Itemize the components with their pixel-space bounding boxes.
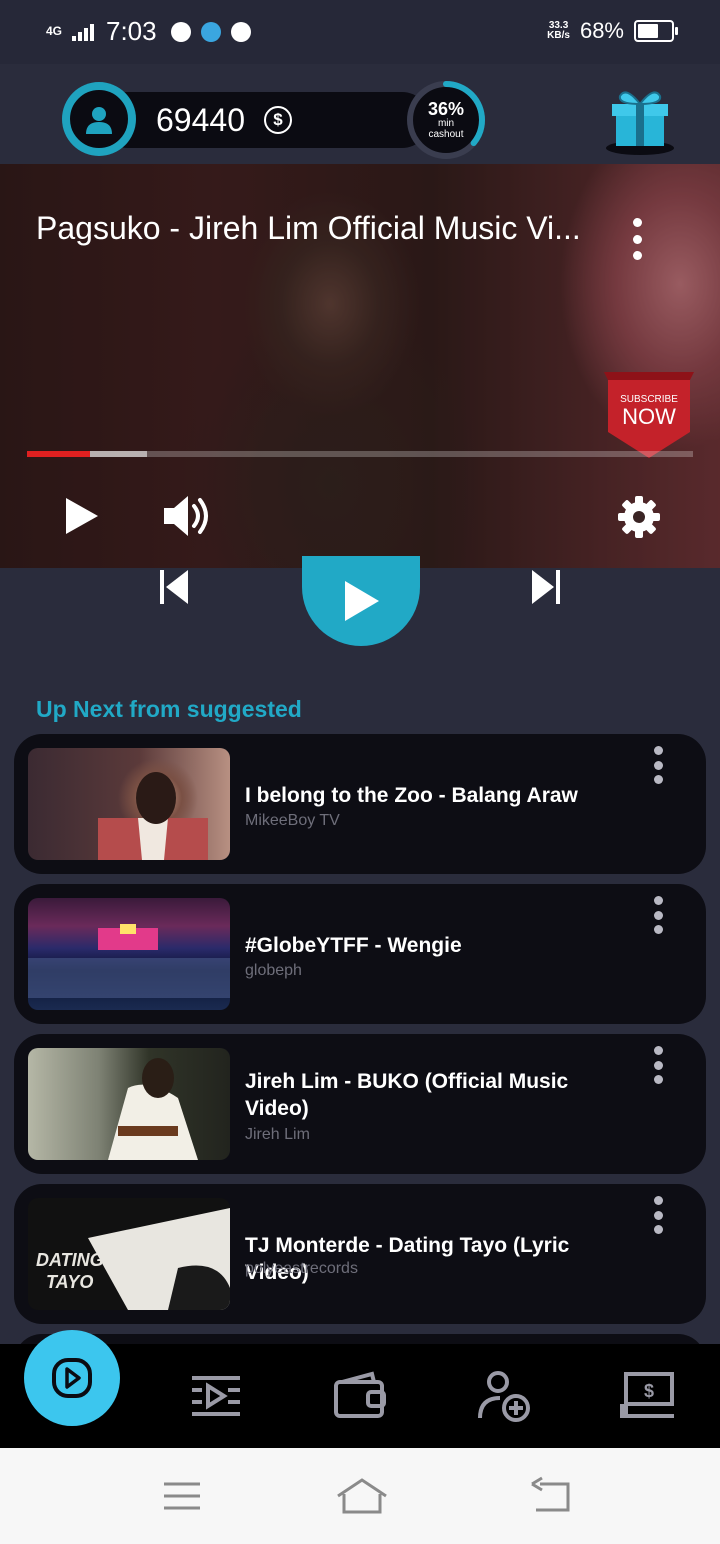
video-player[interactable]: Pagsuko - Jireh Lim Official Music Vi...… xyxy=(0,164,720,568)
channel-name: MikeeBoy TV xyxy=(245,812,340,829)
home-icon[interactable] xyxy=(334,1476,390,1516)
video-thumbnail xyxy=(28,748,230,860)
video-thumbnail xyxy=(28,898,230,1010)
dollar-icon: $ xyxy=(264,106,292,134)
video-title: I belong to the Zoo - Balang Araw xyxy=(245,784,578,807)
status-bar: 4G 7:03 33.3 KB/s 68% xyxy=(0,0,720,64)
next-track-icon[interactable] xyxy=(530,568,562,606)
list-item[interactable]: DATING TAYO TJ Monterde - Dating Tayo (L… xyxy=(14,1184,706,1324)
status-left: 4G 7:03 xyxy=(46,16,251,47)
bottom-navigation: $ xyxy=(0,1330,720,1448)
battery-percent: 68% xyxy=(579,18,624,43)
network-speed: 33.3 KB/s xyxy=(547,21,570,41)
channel-name: globeph xyxy=(245,962,302,979)
battery-icon xyxy=(634,20,678,42)
cashout-percent: 36% xyxy=(427,99,465,119)
player-icon xyxy=(52,1358,92,1398)
messenger-icon xyxy=(170,21,191,42)
list-item[interactable]: #GlobeYTFF - Wengie globeph xyxy=(14,884,706,1024)
video-list: I belong to the Zoo - Balang Araw MikeeB… xyxy=(14,734,706,1334)
system-navigation-bar xyxy=(0,1448,720,1544)
more-options-icon[interactable] xyxy=(652,896,664,934)
thumbnail-text: TAYO xyxy=(46,1272,93,1292)
seek-played xyxy=(27,451,91,457)
list-item[interactable]: Jireh Lim - BUKO (Official Music Video) … xyxy=(14,1034,706,1174)
volume-icon[interactable] xyxy=(160,492,216,540)
add-user-icon[interactable] xyxy=(476,1370,532,1422)
channel-name: Jireh Lim xyxy=(245,1126,310,1143)
cashout-icon[interactable]: $ xyxy=(620,1370,676,1422)
nav-player-button[interactable] xyxy=(24,1330,120,1426)
cashout-text: 36% min cashout xyxy=(404,78,488,162)
video-title: Pagsuko - Jireh Lim Official Music Vi... xyxy=(36,210,581,246)
video-title: #GlobeYTFF - Wengie xyxy=(245,934,462,957)
top-bar: 69440 $ 36% min cashout xyxy=(0,64,720,164)
cashout-label-min: min xyxy=(437,118,455,129)
section-title: Up Next from suggested xyxy=(36,696,302,722)
video-thumbnail xyxy=(28,1048,230,1160)
video-title: Jireh Lim - BUKO (Official Music Video) xyxy=(245,1070,569,1120)
user-icon xyxy=(70,90,128,148)
signal-icon xyxy=(72,23,94,41)
playback-controls xyxy=(0,556,720,668)
gift-icon[interactable] xyxy=(604,82,676,156)
playlist-icon[interactable] xyxy=(188,1370,244,1422)
notification-icons xyxy=(170,21,251,42)
seek-bar[interactable] xyxy=(27,451,693,457)
cashout-symbol: $ xyxy=(644,1381,654,1401)
cashout-label: cashout xyxy=(428,129,464,140)
video-thumbnail: DATING TAYO xyxy=(28,1198,230,1310)
app-notification-icon xyxy=(200,21,221,42)
back-icon[interactable] xyxy=(528,1476,572,1516)
more-options-icon[interactable] xyxy=(652,1046,664,1084)
coin-balance: 69440 xyxy=(156,102,245,138)
play-icon xyxy=(345,581,379,621)
subscribe-now-badge[interactable]: SUBSCRIBE NOW xyxy=(604,370,694,460)
wallet-icon[interactable] xyxy=(332,1370,388,1422)
network-type: 4G xyxy=(46,24,63,38)
play-icon[interactable] xyxy=(62,494,102,538)
battery-fill xyxy=(638,24,659,38)
subscribe-now-text: NOW xyxy=(622,404,676,429)
status-right: 33.3 KB/s 68% xyxy=(547,18,678,44)
menu-icon[interactable] xyxy=(160,1476,204,1516)
more-options-icon[interactable] xyxy=(652,746,664,784)
clock: 7:03 xyxy=(106,16,157,46)
previous-track-icon[interactable] xyxy=(158,568,190,606)
speed-unit: KB/s xyxy=(547,30,570,41)
thumbnail-text: DATING xyxy=(36,1250,104,1270)
settings-gear-icon[interactable] xyxy=(616,494,662,540)
check-icon xyxy=(230,21,251,42)
main-play-button[interactable] xyxy=(302,556,420,646)
channel-name: polyeastrecords xyxy=(245,1260,358,1277)
list-item[interactable]: I belong to the Zoo - Balang Araw MikeeB… xyxy=(14,734,706,874)
more-options-icon[interactable] xyxy=(630,218,644,260)
more-options-icon[interactable] xyxy=(652,1196,664,1234)
profile-avatar[interactable] xyxy=(62,82,136,156)
